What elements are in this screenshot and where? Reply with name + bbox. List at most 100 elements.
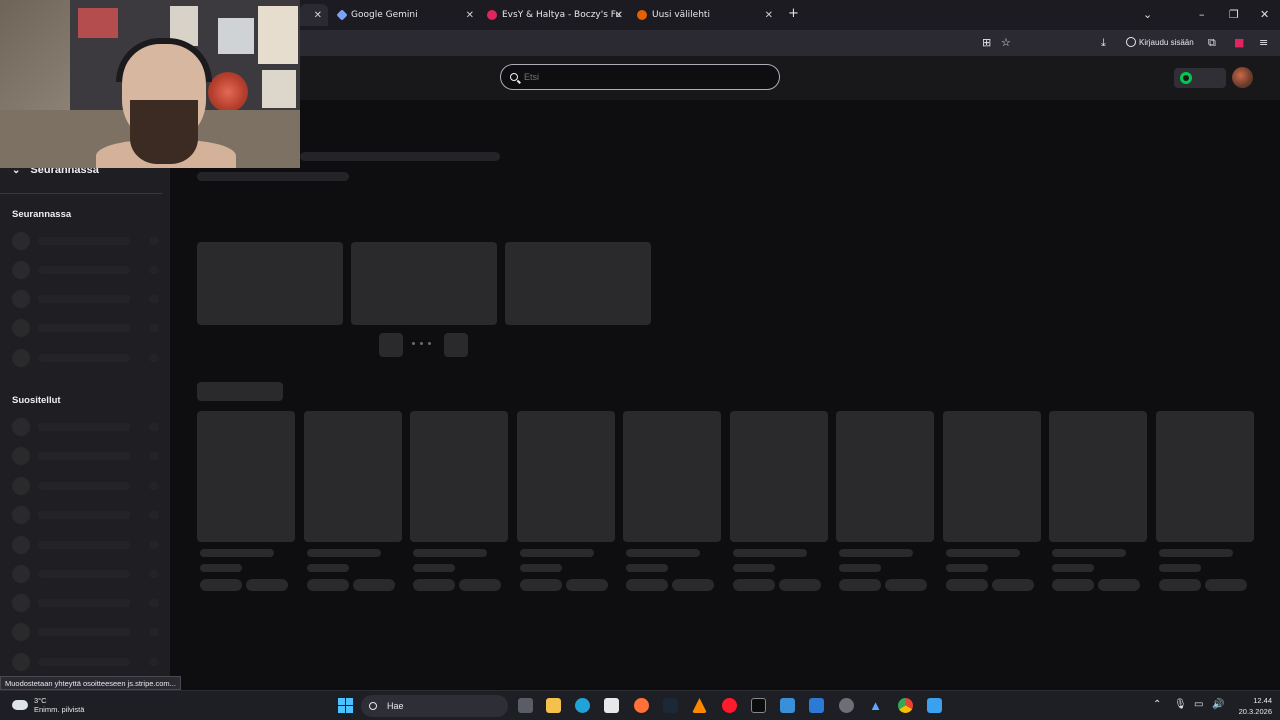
menu-icon[interactable]: ≡ bbox=[1259, 36, 1268, 49]
thumbnail-skeleton bbox=[1155, 411, 1254, 542]
tag-skeleton bbox=[565, 579, 608, 591]
tag-skeleton bbox=[519, 579, 562, 591]
search-bar[interactable] bbox=[500, 64, 780, 90]
chevron-up-icon[interactable]: ⌃ bbox=[1153, 699, 1161, 710]
text-line-skeleton bbox=[626, 549, 700, 557]
store-icon[interactable] bbox=[604, 698, 619, 713]
clock-date: 20.3.2026 bbox=[1238, 707, 1272, 716]
channel-skeleton bbox=[12, 594, 162, 612]
tab-youtube[interactable]: EvsY & Haltya - Boczy's Funky Q ✕ bbox=[487, 4, 623, 26]
arrow-icon[interactable]: ▲ bbox=[868, 698, 883, 713]
install-app-icon[interactable]: ⊞ bbox=[982, 36, 991, 49]
extensions-icon[interactable]: ⧉ bbox=[1208, 36, 1216, 50]
firefox-icon[interactable] bbox=[634, 698, 649, 713]
text-line-skeleton bbox=[519, 564, 562, 572]
avatar[interactable] bbox=[1232, 67, 1253, 88]
tag-skeleton bbox=[1098, 579, 1140, 591]
channel-skeleton bbox=[12, 290, 162, 308]
tab-twitch[interactable]: ✕ bbox=[300, 4, 328, 26]
download-icon[interactable]: ⤓ bbox=[1101, 36, 1106, 50]
weather-widget[interactable]: 3°C Enimm. pilvistä bbox=[12, 696, 84, 714]
carousel-next-button[interactable] bbox=[444, 333, 468, 357]
carousel-prev-button[interactable] bbox=[379, 333, 403, 357]
opera-icon[interactable] bbox=[722, 698, 737, 713]
text-line-skeleton bbox=[413, 564, 455, 572]
vlc-icon[interactable] bbox=[692, 698, 707, 713]
text-line-skeleton bbox=[732, 549, 807, 557]
text-line-skeleton bbox=[1158, 549, 1233, 557]
tab-close-icon[interactable]: ✕ bbox=[314, 10, 322, 21]
signin-button[interactable]: Kirjaudu sisään bbox=[1126, 37, 1194, 47]
task-view-icon[interactable] bbox=[518, 698, 533, 713]
section-heading-following: Seurannassa bbox=[12, 209, 72, 220]
steam-icon[interactable] bbox=[663, 698, 678, 713]
search-input[interactable] bbox=[524, 72, 754, 82]
tag-skeleton bbox=[246, 579, 288, 591]
tag-skeleton bbox=[1052, 579, 1094, 591]
carousel-card-skeleton bbox=[505, 242, 651, 325]
microphone-icon[interactable]: 🎙 bbox=[1174, 699, 1187, 710]
tag-skeleton bbox=[732, 579, 775, 591]
notepad-icon[interactable] bbox=[927, 698, 942, 713]
photos-icon[interactable] bbox=[780, 698, 795, 713]
tab-close-icon[interactable]: ✕ bbox=[615, 10, 623, 21]
clock-time: 12.44 bbox=[1253, 696, 1272, 705]
tab-close-icon[interactable]: ✕ bbox=[765, 10, 773, 21]
obs-icon[interactable] bbox=[839, 698, 854, 713]
channel-skeleton bbox=[12, 447, 162, 465]
taskbar-search-label: Hae bbox=[387, 701, 404, 711]
weather-desc: Enimm. pilvistä bbox=[34, 705, 85, 714]
addon-icon[interactable]: ■ bbox=[1234, 36, 1244, 49]
crown-icon bbox=[1180, 72, 1192, 84]
channel-skeleton bbox=[12, 506, 162, 524]
prime-loot-button[interactable] bbox=[1174, 68, 1226, 88]
minimize-icon[interactable]: – bbox=[1199, 8, 1205, 21]
search-icon bbox=[510, 73, 518, 81]
search-icon bbox=[369, 702, 377, 710]
text-line-skeleton bbox=[306, 549, 381, 557]
edge-icon[interactable] bbox=[575, 698, 590, 713]
channel-skeleton bbox=[12, 536, 162, 554]
volume-icon[interactable]: 🔊 bbox=[1212, 699, 1224, 710]
channel-skeleton bbox=[12, 623, 162, 641]
tab-title: EvsY & Haltya - Boczy's Funky Q bbox=[502, 10, 620, 20]
tab-title: Google Gemini bbox=[351, 10, 418, 20]
chrome-icon[interactable] bbox=[898, 698, 913, 713]
network-icon[interactable]: ▭ bbox=[1194, 699, 1203, 710]
tab-new[interactable]: Uusi välilehti ✕ bbox=[637, 4, 773, 26]
tag-skeleton bbox=[885, 579, 927, 591]
bookmark-star-icon[interactable]: ☆ bbox=[1001, 36, 1011, 49]
text-line-skeleton bbox=[413, 549, 487, 557]
text-line-skeleton bbox=[1052, 549, 1126, 557]
plus-icon[interactable]: + bbox=[788, 6, 799, 21]
app-icon[interactable] bbox=[809, 698, 824, 713]
carousel-dots bbox=[412, 342, 431, 345]
text-line-skeleton bbox=[945, 549, 1020, 557]
tag-skeleton bbox=[1158, 579, 1201, 591]
thumbnail-skeleton bbox=[303, 411, 402, 542]
chevron-down-icon[interactable]: ⌄ bbox=[1143, 8, 1152, 21]
file-explorer-icon[interactable] bbox=[546, 698, 561, 713]
weather-temp: 3°C bbox=[34, 696, 47, 705]
tab-gemini[interactable]: Google Gemini ✕ bbox=[336, 4, 474, 26]
taskbar-search[interactable]: Hae bbox=[361, 695, 508, 717]
system-clock[interactable]: 12.44 20.3.2026 bbox=[1232, 695, 1272, 717]
channel-skeleton bbox=[12, 477, 162, 495]
terminal-icon[interactable] bbox=[751, 698, 766, 713]
channel-skeleton bbox=[12, 232, 162, 250]
start-icon[interactable] bbox=[338, 698, 353, 713]
close-window-icon[interactable]: ✕ bbox=[1260, 8, 1269, 21]
thumbnail-skeleton bbox=[516, 411, 615, 542]
text-line-skeleton bbox=[839, 564, 881, 572]
gemini-icon bbox=[336, 9, 348, 21]
tag-skeleton bbox=[352, 579, 395, 591]
restore-icon[interactable]: ❐ bbox=[1229, 8, 1239, 21]
section-heading-recommended: Suositellut bbox=[12, 395, 61, 406]
tab-close-icon[interactable]: ✕ bbox=[466, 10, 474, 21]
channel-skeleton bbox=[12, 261, 162, 279]
carousel-card-skeleton bbox=[351, 242, 497, 325]
channel-skeleton bbox=[12, 418, 162, 436]
carousel-card-skeleton bbox=[197, 242, 343, 325]
text-line-skeleton bbox=[945, 564, 988, 572]
tag-skeleton bbox=[200, 579, 242, 591]
